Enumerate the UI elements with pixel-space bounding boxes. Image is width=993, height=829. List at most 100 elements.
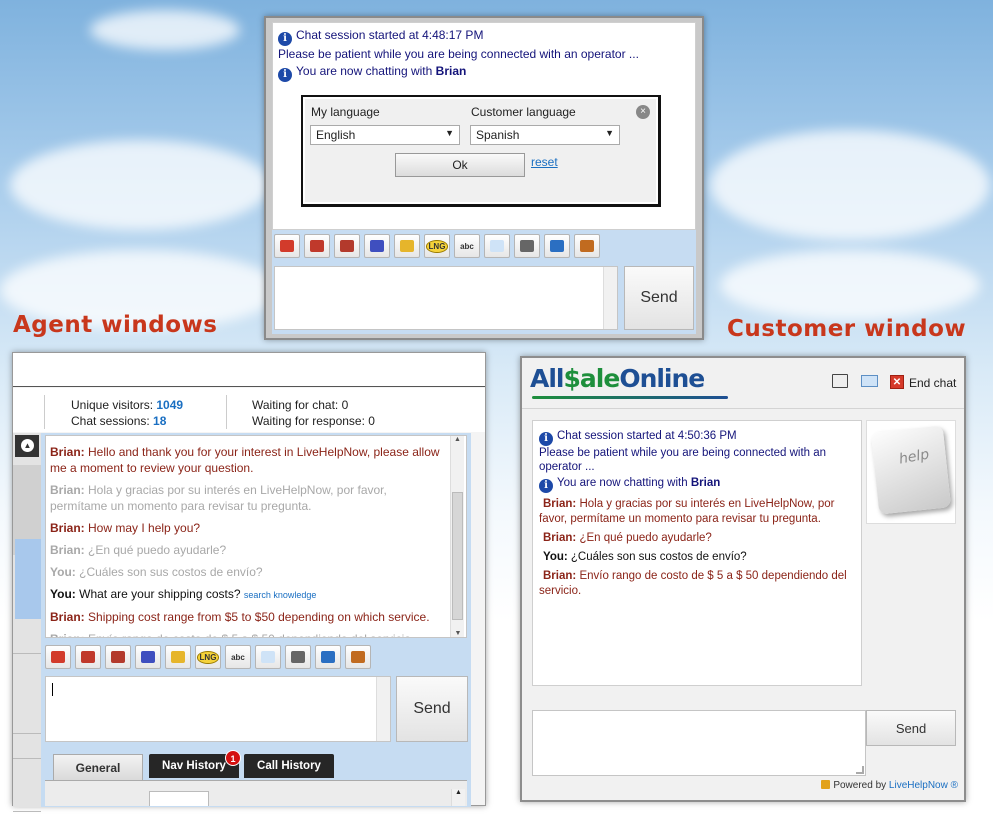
- chat-message: You: What are your shipping costs? searc…: [50, 587, 317, 601]
- customer-transcript: i Chat session started at 4:50:36 PM Plea…: [532, 420, 862, 686]
- flag-dash-icon[interactable]: [304, 234, 330, 258]
- reset-link[interactable]: reset: [531, 155, 558, 169]
- print-icon[interactable]: [832, 374, 848, 388]
- session-line: i Chat session started at 4:50:36 PM: [539, 429, 855, 446]
- my-language-label: My language: [311, 105, 380, 119]
- tab-general[interactable]: General: [53, 754, 143, 780]
- scroll-thumb[interactable]: [452, 492, 463, 620]
- livehelpnow-link[interactable]: LiveHelpNow: [889, 780, 948, 791]
- panel-scrollbar[interactable]: ▲: [451, 789, 465, 806]
- agent-window: Unique visitors: 1049 Chat sessions: 18 …: [12, 352, 486, 812]
- text-cursor: [52, 683, 53, 696]
- chevron-down-icon: ▼: [605, 128, 614, 138]
- field-input[interactable]: [149, 791, 209, 806]
- patience-line: Please be patient while you are being co…: [539, 447, 827, 473]
- scroll-down-arrow[interactable]: ▼: [451, 630, 465, 637]
- search-knowledge-link[interactable]: search knowledge: [244, 590, 317, 600]
- chat-toolbar: LNG abc: [274, 234, 600, 258]
- customer-message-input[interactable]: [532, 710, 866, 776]
- language-icon[interactable]: LNG: [195, 645, 221, 669]
- resize-grip-icon[interactable]: [856, 766, 864, 774]
- customer-language-label: Customer language: [471, 105, 576, 119]
- exit-door-icon[interactable]: [345, 645, 371, 669]
- flag-note-icon[interactable]: [334, 234, 360, 258]
- save-icon[interactable]: [364, 234, 390, 258]
- transfer-icon[interactable]: [315, 645, 341, 669]
- customer-window-heading: Customer window: [727, 316, 967, 342]
- session-line: i Chat session started at 4:48:17 PM: [278, 27, 690, 46]
- agent-message-input[interactable]: [45, 676, 391, 742]
- flag-red-icon[interactable]: [45, 645, 71, 669]
- customer-send-button[interactable]: Send: [866, 710, 956, 746]
- spellcheck-icon[interactable]: abc: [454, 234, 480, 258]
- customer-language-select[interactable]: Spanish ▼: [470, 125, 620, 145]
- chat-transcript: i Chat session started at 4:48:17 PM Plea…: [272, 22, 696, 230]
- chat-bubble-icon[interactable]: [165, 645, 191, 669]
- end-chat-button[interactable]: End chat: [909, 376, 956, 390]
- chat-message: You: ¿Cuáles son sus costos de envío?: [543, 551, 747, 563]
- active-visitor-tab[interactable]: [15, 539, 41, 619]
- ok-button[interactable]: Ok: [395, 153, 525, 177]
- flag-dash-icon[interactable]: [75, 645, 101, 669]
- powered-by: Powered by LiveHelpNow ®: [821, 780, 958, 791]
- info-icon: i: [278, 32, 292, 46]
- site-logo: All$aleOnline: [530, 364, 705, 393]
- chat-message: Brian: How may I help you?: [50, 521, 201, 535]
- cloud: [720, 250, 980, 320]
- spellcheck-icon[interactable]: abc: [225, 645, 251, 669]
- waiting-for-chat-stat: Waiting for chat: 0: [252, 398, 349, 412]
- chat-message: You: ¿Cuáles son sus costos de envío?: [50, 565, 263, 579]
- chat-message: Brian: Hello and thank you for your inte…: [50, 445, 440, 475]
- email-icon[interactable]: [484, 234, 510, 258]
- chat-message: Brian: Shipping cost range from $5 to $5…: [50, 610, 430, 624]
- close-icon[interactable]: ×: [636, 105, 650, 119]
- chat-message: Brian: Hola y gracias por su interés en …: [50, 483, 387, 513]
- info-icon: i: [539, 432, 553, 446]
- message-input[interactable]: [274, 266, 618, 330]
- flag-note-icon[interactable]: [105, 645, 131, 669]
- top-chat-window: i Chat session started at 4:48:17 PM Plea…: [264, 16, 704, 340]
- transcript-scrollbar[interactable]: ▲ ▼: [450, 436, 464, 637]
- scroll-up-arrow[interactable]: ▲: [451, 436, 464, 443]
- my-language-select[interactable]: English ▼: [310, 125, 460, 145]
- chat-message: Brian: Envío rango de costo de $ 5 a $ 5…: [539, 570, 847, 597]
- end-chat-icon[interactable]: ✕: [890, 375, 904, 389]
- email-icon[interactable]: [861, 375, 878, 387]
- chat-message: Brian: Envío rango de costo de $ 5 a $ 5…: [50, 631, 446, 637]
- agent-input-scrollbar[interactable]: [376, 677, 390, 741]
- input-scrollbar[interactable]: [603, 267, 617, 329]
- waiting-for-response-stat: Waiting for response: 0: [252, 414, 375, 428]
- agent-transcript: Brian: Hello and thank you for your inte…: [45, 435, 467, 638]
- agent-windows-heading: Agent windows: [13, 312, 218, 338]
- agent-send-button[interactable]: Send: [396, 676, 468, 742]
- language-panel: My language Customer language × English …: [301, 95, 661, 207]
- tab-call-history[interactable]: Call History: [244, 754, 334, 778]
- lock-icon: [821, 780, 831, 789]
- info-icon: i: [539, 479, 553, 493]
- unique-visitors-stat: Unique visitors: 1049: [71, 398, 184, 412]
- general-tab-panel: ▲: [45, 780, 467, 806]
- chat-bubble-icon[interactable]: [394, 234, 420, 258]
- agent-toolbar: LNG abc: [45, 645, 371, 669]
- cloud: [710, 130, 990, 240]
- chat-message: Brian: ¿En qué puedo ayudarle?: [543, 532, 712, 544]
- chevron-down-icon: ▼: [445, 128, 454, 138]
- language-icon[interactable]: LNG: [424, 234, 450, 258]
- exit-door-icon[interactable]: [574, 234, 600, 258]
- transfer-icon[interactable]: [544, 234, 570, 258]
- flag-red-icon[interactable]: [274, 234, 300, 258]
- chat-message: Brian: Hola y gracias por su interés en …: [539, 498, 835, 525]
- save-icon[interactable]: [135, 645, 161, 669]
- cloud: [90, 10, 240, 50]
- cloud: [10, 140, 270, 230]
- customer-window: All$aleOnline ✕ End chat i Chat session s…: [520, 356, 966, 802]
- nav-history-badge: 1: [225, 750, 241, 766]
- email-icon[interactable]: [255, 645, 281, 669]
- chatting-line: i You are now chatting with Brian: [278, 63, 690, 82]
- print-icon[interactable]: [514, 234, 540, 258]
- patience-line: Please be patient while you are being co…: [278, 47, 639, 61]
- visitor-list-strip: ▲: [13, 433, 41, 812]
- print-icon[interactable]: [285, 645, 311, 669]
- chatting-line: i You are now chatting with Brian: [539, 476, 855, 493]
- send-button[interactable]: Send: [624, 266, 694, 330]
